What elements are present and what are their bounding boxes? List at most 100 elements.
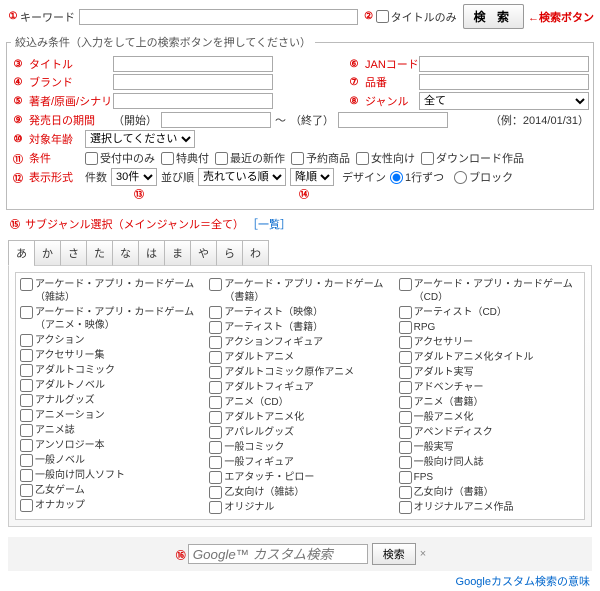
cond-cb[interactable]: 最近の新作	[215, 150, 285, 166]
kana-tab[interactable]: な	[112, 240, 139, 266]
hinban-input[interactable]	[419, 74, 589, 90]
category-item[interactable]: アダルトノベル	[20, 378, 201, 393]
category-item[interactable]: FPS	[399, 470, 580, 485]
keyword-input[interactable]	[79, 9, 358, 25]
category-item[interactable]: アーケード・アプリ・カードゲーム（アニメ・映像）	[20, 305, 201, 333]
category-item[interactable]: 乙女向け（雑誌）	[209, 485, 390, 500]
category-item[interactable]: オリジナルアニメ作品	[399, 500, 580, 515]
category-item[interactable]: 一般向け同人ソフト	[20, 468, 201, 483]
design-radio-1[interactable]: 1行ずつ	[390, 169, 444, 185]
category-item[interactable]: アダルトアニメ	[209, 350, 390, 365]
category-item[interactable]: アニメ（書籍）	[399, 395, 580, 410]
category-item[interactable]: アナルグッズ	[20, 393, 201, 408]
category-item[interactable]: アーティスト（CD）	[399, 305, 580, 320]
category-item[interactable]: 乙女向け（書籍）	[399, 485, 580, 500]
hinban-label: 品番	[365, 74, 415, 90]
cond-cb[interactable]: 特典付	[161, 150, 209, 166]
kana-tab[interactable]: か	[34, 240, 61, 266]
cond-cb[interactable]: ダウンロード作品	[421, 150, 524, 166]
author-input[interactable]	[113, 93, 273, 109]
category-item[interactable]: 一般アニメ化	[399, 410, 580, 425]
design-label: デザイン	[342, 169, 386, 185]
title-only-checkbox[interactable]	[376, 10, 389, 23]
tab-area: アーケード・アプリ・カードゲーム（雑誌）アーケード・アプリ・カードゲーム（アニメ…	[8, 265, 592, 527]
category-item[interactable]: アダルトコミック	[20, 363, 201, 378]
category-item[interactable]: アーティスト（映像）	[209, 305, 390, 320]
category-item[interactable]: エアタッチ・ピロー	[209, 470, 390, 485]
cond-group: 受付中のみ特典付最近の新作予約商品女性向けダウンロード作品	[85, 150, 530, 166]
category-item[interactable]: アニメ誌	[20, 423, 201, 438]
cond-cb[interactable]: 女性向け	[356, 150, 415, 166]
category-item[interactable]: アクション	[20, 333, 201, 348]
kana-tab[interactable]: ま	[164, 240, 191, 266]
genre-label: ジャンル	[365, 93, 415, 109]
category-item[interactable]: アダルトアニメ化	[209, 410, 390, 425]
age-label: 対象年齢	[29, 131, 81, 147]
category-item[interactable]: アクセサリー	[399, 335, 580, 350]
date-example: （例：2014/01/31）	[490, 112, 589, 128]
category-item[interactable]: アニメーション	[20, 408, 201, 423]
sort2-select[interactable]: 降順	[290, 168, 334, 186]
category-item[interactable]: 乙女ゲーム	[20, 483, 201, 498]
release-label: 発売日の期間	[29, 112, 109, 128]
design-radio-2[interactable]: ブロック	[454, 169, 513, 185]
search-button[interactable]: 検 索	[463, 4, 524, 29]
title-input[interactable]	[113, 56, 273, 72]
marker-5: ⑤	[11, 96, 25, 107]
category-item[interactable]: アーケード・アプリ・カードゲーム（CD）	[399, 277, 580, 305]
marker-13: ⑬	[132, 186, 146, 201]
cond-cb[interactable]: 予約商品	[291, 150, 350, 166]
category-item[interactable]: オナカップ	[20, 498, 201, 513]
category-item[interactable]: アパレルグッズ	[209, 425, 390, 440]
category-item[interactable]: アーケード・アプリ・カードゲーム（雑誌）	[20, 277, 201, 305]
kana-tab[interactable]: さ	[60, 240, 87, 266]
category-list: アーケード・アプリ・カードゲーム（雑誌）アーケード・アプリ・カードゲーム（アニメ…	[15, 272, 585, 520]
end-label: （終了）	[290, 112, 334, 128]
category-item[interactable]: アダルト実写	[399, 365, 580, 380]
category-item[interactable]: アダルトコミック原作アニメ	[209, 365, 390, 380]
subgenre-list-link[interactable]: ［一覧］	[247, 219, 291, 231]
count-select[interactable]: 30件	[111, 168, 157, 186]
category-item[interactable]: アクションフィギュア	[209, 335, 390, 350]
kana-tab[interactable]: た	[86, 240, 113, 266]
cond-label: 条件	[29, 150, 81, 166]
kana-tab[interactable]: や	[190, 240, 217, 266]
kana-tab[interactable]: ら	[216, 240, 243, 266]
category-item[interactable]: 一般向け同人誌	[399, 455, 580, 470]
category-item[interactable]: 一般実写	[399, 440, 580, 455]
kana-tab[interactable]: わ	[242, 240, 269, 266]
filter-fieldset: 絞込み条件（入力をして上の検索ボタンを押してください） ③ タイトル ⑥ JAN…	[6, 34, 594, 210]
category-item[interactable]: アニメ（CD）	[209, 395, 390, 410]
marker-6: ⑥	[347, 59, 361, 70]
category-item[interactable]: アダルトアニメ化タイトル	[399, 350, 580, 365]
category-item[interactable]: アンソロジー本	[20, 438, 201, 453]
kana-tab[interactable]: は	[138, 240, 165, 266]
title-only-cb[interactable]: タイトルのみ	[376, 9, 457, 25]
google-search-input[interactable]	[188, 544, 368, 564]
keyword-label: キーワード	[20, 9, 75, 25]
age-select[interactable]: 選択してください	[85, 130, 195, 148]
genre-select[interactable]: 全て	[419, 92, 589, 110]
category-item[interactable]: アダルトフィギュア	[209, 380, 390, 395]
category-item[interactable]: 一般フィギュア	[209, 455, 390, 470]
category-item[interactable]: アドベンチャー	[399, 380, 580, 395]
brand-input[interactable]	[113, 74, 273, 90]
category-item[interactable]: アクセサリー集	[20, 348, 201, 363]
end-input[interactable]	[338, 112, 448, 128]
google-clear-icon[interactable]: ×	[420, 548, 426, 560]
category-item[interactable]: 一般ノベル	[20, 453, 201, 468]
category-item[interactable]: アーティスト（書籍）	[209, 320, 390, 335]
jan-input[interactable]	[419, 56, 589, 72]
sort1-select[interactable]: 売れている順	[198, 168, 286, 186]
category-item[interactable]: 一般コミック	[209, 440, 390, 455]
google-help-link[interactable]: Googleカスタム検索の意味	[456, 576, 590, 588]
category-item[interactable]: アーケード・アプリ・カードゲーム（書籍）	[209, 277, 390, 305]
category-item[interactable]: RPG	[399, 320, 580, 335]
category-item[interactable]: アペンドディスク	[399, 425, 580, 440]
cond-cb[interactable]: 受付中のみ	[85, 150, 155, 166]
start-input[interactable]	[161, 112, 271, 128]
google-search-button[interactable]: 検索	[372, 543, 416, 565]
category-item[interactable]: オリジナル	[209, 500, 390, 515]
author-label: 著者/原画/シナリオ	[29, 93, 109, 109]
kana-tab[interactable]: あ	[8, 240, 35, 266]
